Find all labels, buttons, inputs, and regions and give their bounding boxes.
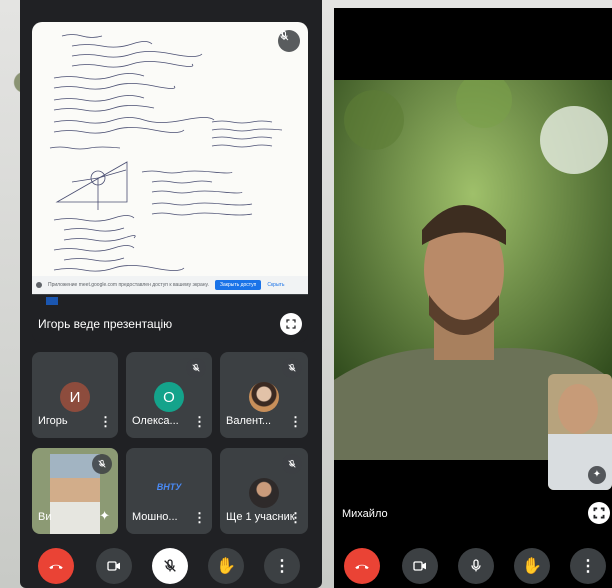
more-options-button[interactable]: ⋮ [570,548,606,584]
avatar [249,478,279,508]
mic-off-icon [186,358,206,378]
mic-off-icon [282,358,302,378]
more-options-button[interactable]: ⋮ [264,548,300,584]
speaker-name: Михайло [342,508,388,520]
participant-tile-more[interactable]: Ще 1 учасник ⋮ [220,448,308,534]
presentation-slide: Приложение meet.google.com предоставлен … [32,22,308,294]
participant-tile-self[interactable]: Ви ✦ [32,448,118,534]
presentation-bar: Игорь веде презентацію [32,294,308,343]
word-doc-icon [46,297,58,305]
more-icon: ⋮ [274,558,290,575]
kebab-icon[interactable]: ⋮ [193,415,206,428]
sparkle-icon[interactable]: ✦ [99,508,110,524]
participant-name: Ви [38,511,52,523]
participant-name: Игорь [38,415,68,427]
handwritten-notes-image [49,34,283,272]
kebab-icon[interactable]: ⋮ [289,511,302,524]
mic-off-icon [282,454,302,474]
camera-button[interactable] [96,548,132,584]
hand-icon: ✋ [522,558,542,575]
kebab-icon[interactable]: ⋮ [193,511,206,524]
hide-notice-link[interactable]: Скрыть [267,282,284,288]
mic-button[interactable] [458,548,494,584]
fullscreen-button[interactable] [588,502,610,524]
participant-tile[interactable]: О Олекса... ⋮ [126,352,212,438]
slide-mute-button[interactable] [278,30,300,52]
avatar [249,382,279,412]
fullscreen-button[interactable] [280,313,302,335]
sparkle-icon[interactable]: ✦ [588,466,606,484]
camera-button[interactable] [402,548,438,584]
end-call-icon [355,564,369,569]
fullscreen-icon [593,507,605,519]
presenting-label: Игорь веде презентацію [38,317,173,331]
mic-icon [471,559,481,572]
stop-sharing-button[interactable]: Закрыть доступ [214,280,262,290]
mic-off-icon [279,30,289,41]
camera-icon [413,561,426,571]
participant-name: Ще 1 учасник [226,511,295,523]
mic-off-icon [92,454,112,474]
left-phone-screen: Приложение meet.google.com предоставлен … [20,0,322,588]
info-icon [36,282,42,288]
kebab-icon[interactable]: ⋮ [99,415,112,428]
participant-tile[interactable]: Валент... ⋮ [220,352,308,438]
mic-off-icon [164,559,176,572]
vntu-logo: ВНТУ [156,482,182,492]
fullscreen-icon [286,319,296,329]
hand-icon: ✋ [216,558,236,575]
participant-tile[interactable]: И Игорь ⋮ [32,352,118,438]
end-call-button[interactable] [38,548,74,584]
camera-icon [107,561,120,571]
raise-hand-button[interactable]: ✋ [514,548,550,584]
end-call-button[interactable] [344,548,380,584]
avatar: И [60,382,90,412]
more-icon: ⋮ [580,558,596,575]
participant-name: Валент... [226,415,272,427]
kebab-icon[interactable]: ⋮ [289,415,302,428]
avatar: О [154,382,184,412]
participant-name: Олекса... [132,415,179,427]
end-call-icon [49,564,63,569]
screen-share-notice: Приложение meet.google.com предоставлен … [32,276,308,294]
self-view-pip[interactable]: ✦ [548,374,612,490]
right-phone-screen: ✦ Михайло ✋ ⋮ [334,8,612,588]
participant-name: Мошно... [132,511,178,523]
mic-button[interactable] [152,548,188,584]
self-face [558,384,598,434]
participant-tile[interactable]: ВНТУ Мошно... ⋮ [126,448,212,534]
raise-hand-button[interactable]: ✋ [208,548,244,584]
share-notice-text: Приложение meet.google.com предоставлен … [48,282,209,288]
